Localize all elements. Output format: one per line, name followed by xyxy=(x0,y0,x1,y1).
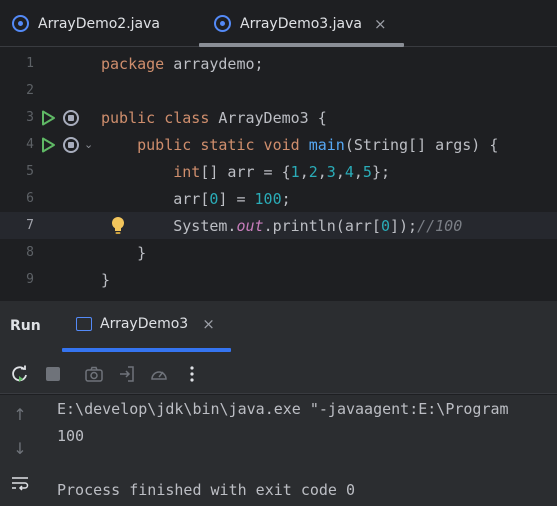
code-text: } xyxy=(101,243,147,262)
stop-icon[interactable] xyxy=(63,136,79,153)
code-line: 4 ⌄ public static void main(String[] arg… xyxy=(0,131,557,158)
line-number: 5 xyxy=(26,164,34,179)
code-line: 6 arr[0] = 100; xyxy=(0,185,557,212)
code-text: public class ArrayDemo3 { xyxy=(101,108,327,127)
close-tab-icon[interactable]: × xyxy=(374,15,387,33)
line-number: 7 xyxy=(26,218,34,233)
code-text: System.out.println(arr[0]);//100 xyxy=(101,216,463,235)
tab-label: ArrayDemo3.java xyxy=(240,15,362,32)
code-text: } xyxy=(101,270,111,289)
run-toolbar xyxy=(0,352,557,394)
stop-icon[interactable] xyxy=(63,109,79,126)
gauge-icon[interactable] xyxy=(149,364,169,384)
code-line: 1 package arraydemo; xyxy=(0,50,557,77)
console-side-toolbar: ↑ ↓ xyxy=(0,395,40,506)
code-text: package arraydemo; xyxy=(101,54,264,73)
code-line: 2 xyxy=(0,77,557,104)
stop-icon[interactable] xyxy=(43,364,63,384)
line-number: 2 xyxy=(26,83,34,98)
java-class-icon xyxy=(12,15,29,32)
more-options-icon[interactable] xyxy=(182,364,202,384)
line-number: 9 xyxy=(26,272,34,287)
console-line: Process finished with exit code 0 xyxy=(57,481,356,499)
tab-label: ArrayDemo2.java xyxy=(38,15,160,32)
soft-wrap-icon[interactable] xyxy=(10,473,30,493)
line-number: 1 xyxy=(26,56,34,71)
close-run-tab-icon[interactable]: × xyxy=(202,315,215,333)
line-number: 4 xyxy=(26,137,34,152)
code-line: 9 } xyxy=(0,266,557,293)
editor-tab-bar: ArrayDemo2.java ArrayDemo3.java × xyxy=(0,0,557,47)
code-text: int[] arr = {1,2,3,4,5}; xyxy=(173,162,390,181)
active-tab-indicator xyxy=(199,43,404,47)
rerun-icon[interactable] xyxy=(10,364,30,384)
code-line-current: 7 System.out.println(arr[0]);//100 xyxy=(0,212,557,239)
run-class-icon[interactable] xyxy=(40,110,56,126)
camera-icon[interactable] xyxy=(84,364,104,384)
code-line: 5 int[] arr = {1,2,3,4,5}; xyxy=(0,158,557,185)
java-class-icon xyxy=(214,15,231,32)
run-panel-header: Run ArrayDemo3 × xyxy=(0,300,557,352)
code-text: public static void main(String[] args) { xyxy=(137,135,499,154)
run-main-icon[interactable] xyxy=(40,137,56,153)
arrow-up-icon[interactable]: ↑ xyxy=(10,405,30,425)
run-panel-title: Run xyxy=(10,318,41,334)
console-line: E:\develop\jdk\bin\java.exe "-javaagent:… xyxy=(57,400,509,418)
line-number: 3 xyxy=(26,110,34,125)
code-line: 3 public class ArrayDemo3 { xyxy=(0,104,557,131)
chevron-down-icon[interactable]: ⌄ xyxy=(84,138,93,151)
console-icon xyxy=(76,317,92,331)
console-line: 100 xyxy=(57,427,85,445)
arrow-down-icon[interactable]: ↓ xyxy=(10,439,30,459)
run-tab-arraydemo3[interactable]: ArrayDemo3 × xyxy=(76,315,215,333)
code-line: 8 } xyxy=(0,239,557,266)
code-editor[interactable]: 1 package arraydemo; 2 3 public class Ar… xyxy=(0,48,557,300)
console-output[interactable]: E:\develop\jdk\bin\java.exe "-javaagent:… xyxy=(40,395,557,506)
exit-icon[interactable] xyxy=(117,364,137,384)
tab-arraydemo2[interactable]: ArrayDemo2.java xyxy=(12,0,160,47)
line-number: 6 xyxy=(26,191,34,206)
tab-arraydemo3[interactable]: ArrayDemo3.java × xyxy=(214,0,387,47)
run-tab-label: ArrayDemo3 xyxy=(100,316,189,332)
line-number: 8 xyxy=(26,245,34,260)
code-text: arr[0] = 100; xyxy=(101,189,291,208)
